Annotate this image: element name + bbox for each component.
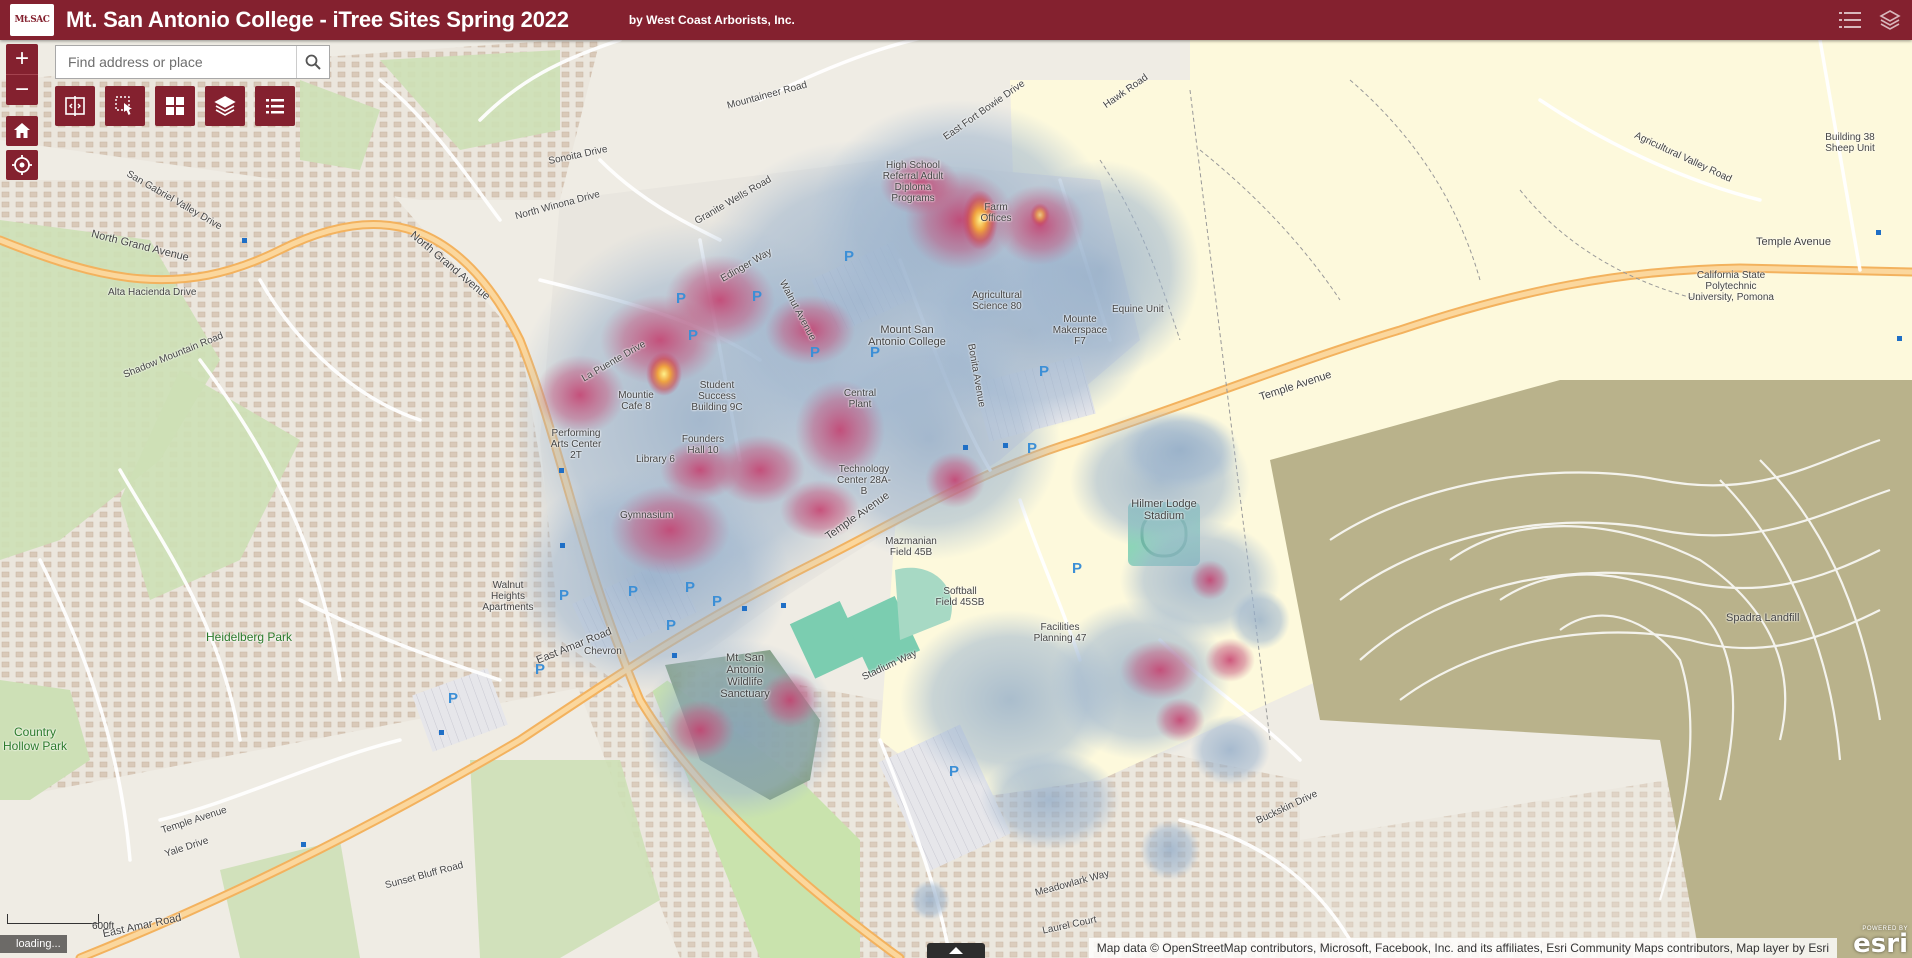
zoom-control: + − [6,44,38,105]
app-header: Mt.SAC Mt. San Antonio College - iTree S… [0,0,1912,40]
attribute-table-toggle[interactable] [927,943,985,958]
zoom-out-button[interactable]: − [6,74,38,105]
svg-text:P: P [685,579,695,596]
map-attribution: Map data © OpenStreetMap contributors, M… [1088,938,1837,958]
grid-icon [166,97,184,115]
measure-tool-button[interactable] [105,86,145,126]
layers-icon [214,96,236,116]
svg-text:P: P [535,661,545,678]
split-screen-icon [65,96,85,116]
college-logo: Mt.SAC [10,4,54,36]
basemap-gallery-tool-button[interactable] [155,86,195,126]
svg-text:P: P [870,344,880,361]
svg-text:P: P [688,327,698,344]
svg-text:P: P [448,690,458,707]
locate-icon [12,155,32,175]
svg-text:P: P [752,288,762,305]
widget-toolbar [55,86,295,126]
esri-logo: POWERED BY esri [1853,926,1908,958]
page-subtitle: by West Coast Arborists, Inc. [628,13,795,27]
svg-text:P: P [676,290,686,307]
search-icon [305,54,321,70]
svg-text:P: P [712,593,722,610]
svg-text:P: P [844,248,854,265]
loading-indicator: loading... [0,935,67,953]
home-button[interactable] [6,116,38,146]
legend-tool-button[interactable] [255,86,295,126]
map-view[interactable]: P P P P P P P P P P P P P P P P P North … [0,40,1912,958]
home-icon [14,123,30,138]
svg-text:P: P [1072,560,1082,577]
pointer-hand-icon [115,96,132,115]
swipe-tool-button[interactable] [55,86,95,126]
svg-text:P: P [810,344,820,361]
search-widget [55,45,330,79]
layers-icon[interactable] [1878,8,1902,32]
header-actions [1838,8,1902,32]
basemap: P P P P P P P P P P P P P P P P P [0,40,1912,958]
zoom-in-button[interactable]: + [6,44,38,74]
esri-wordmark: esri [1853,929,1908,958]
svg-text:P: P [666,617,676,634]
search-button[interactable] [296,46,329,78]
layer-list-tool-button[interactable] [205,86,245,126]
details-list-icon[interactable] [1838,8,1862,32]
svg-text:P: P [1027,440,1037,457]
svg-text:P: P [1039,363,1049,380]
svg-text:P: P [628,583,638,600]
page-title: Mt. San Antonio College - iTree Sites Sp… [66,7,569,32]
svg-text:P: P [559,587,569,604]
search-input[interactable] [56,46,296,78]
list-icon [266,99,284,114]
scale-bar [7,914,99,924]
locate-button[interactable] [6,150,38,180]
scale-label: 600ft [92,921,115,932]
svg-text:P: P [949,763,959,780]
